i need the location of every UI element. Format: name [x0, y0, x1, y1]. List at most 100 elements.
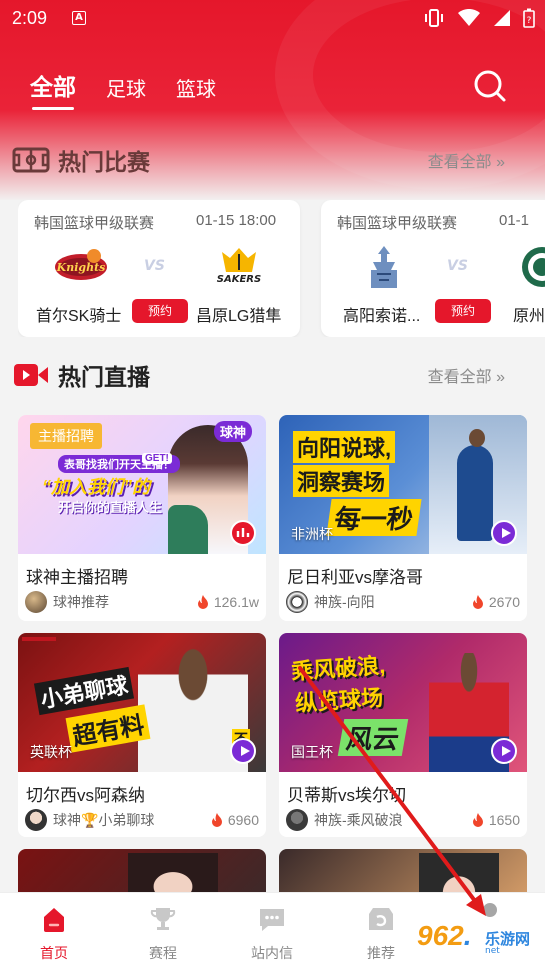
watermark-suffix: net	[485, 946, 500, 956]
thumb-line3: 每一秒	[326, 499, 422, 536]
hot-matches-title: 热门比赛	[58, 149, 150, 175]
chevron-right-icon: »	[496, 154, 505, 171]
live-heat-value: 126.1w	[213, 594, 259, 610]
match-league: 韩国篮球甲级联赛	[34, 215, 155, 232]
live-card[interactable]: 表哥找我们开天主播！ GET! “加入我们”的 开启你的直播人生 球神 主播招聘…	[18, 415, 266, 621]
book-button[interactable]: 预约	[435, 299, 491, 323]
thumb-small-text: GET!	[142, 453, 172, 464]
sakers-logo: SAKERS	[217, 248, 261, 285]
live-host: 球神推荐	[53, 594, 109, 610]
watermark-number: 962.	[417, 920, 472, 952]
brand-logo: 球神	[214, 421, 253, 442]
avatar	[286, 809, 308, 831]
live-card[interactable]: 乘风破浪, 纵览球场 风云 国王杯 贝蒂斯vs埃尔切 神族-乘风破浪 1650	[279, 633, 527, 837]
knights-logo-text: Knights	[56, 261, 106, 274]
home-icon	[44, 908, 64, 932]
nav-home[interactable]: 首页	[14, 903, 94, 963]
live-title: 切尔西vs阿森纳	[26, 786, 145, 805]
svg-text:?: ?	[527, 16, 532, 26]
live-thumbnail: 表哥找我们开天主播！ GET! “加入我们”的 开启你的直播人生 球神 主播招聘	[18, 415, 266, 554]
trophy-icon	[150, 908, 176, 930]
video-camera-icon	[14, 364, 48, 386]
sono-logo	[371, 246, 397, 288]
message-icon	[260, 909, 284, 931]
recruit-badge: 主播招聘	[30, 423, 102, 449]
live-title: 球神主播招聘	[26, 568, 128, 587]
book-button[interactable]: 预约	[132, 299, 188, 323]
live-thumbnail: 小弟聊球 超有料 不 英联杯	[18, 633, 266, 772]
tab-football[interactable]: 足球	[106, 73, 146, 110]
live-heat-value: 2670	[488, 594, 520, 610]
chevron-right-icon: »	[496, 369, 505, 386]
status-time: 2:09	[12, 8, 48, 28]
hot-live-header: 热门直播 查看全部 »	[12, 358, 533, 392]
match-home-team: 高阳索诺...	[343, 308, 421, 325]
live-meta: 神族-乘风破浪 1650	[286, 809, 520, 831]
live-card[interactable]: 向阳说球, 洞察赛场 每一秒 非洲杯 尼日利亚vs摩洛哥 神族-向阳 2670	[279, 415, 527, 621]
match-away-team: 原州	[513, 308, 545, 325]
category-tabs: 全部 足球 篮球	[30, 68, 216, 110]
wifi-icon	[458, 9, 480, 26]
match-away-team: 昌原LG猎隼	[196, 308, 282, 325]
avatar	[25, 591, 47, 613]
hot-matches-view-all[interactable]: 查看全部 »	[428, 148, 505, 172]
nav-home-label: 首页	[40, 945, 68, 961]
play-icon[interactable]	[230, 738, 256, 764]
play-icon[interactable]	[491, 738, 517, 764]
thumb-line1: “加入我们”的	[42, 477, 150, 497]
watermark-dot: .	[463, 920, 472, 951]
pitch-icon	[12, 147, 50, 173]
nav-messages[interactable]: 站内信	[232, 903, 312, 963]
signal-icon	[494, 10, 510, 26]
search-icon[interactable]	[472, 68, 508, 104]
live-heat: 126.1w	[196, 594, 259, 610]
player-figure	[457, 445, 493, 541]
fire-icon	[472, 595, 483, 609]
thumb-line2: 纵览球场	[294, 684, 384, 717]
live-meta: 球神🏆小弟聊球 6960	[25, 809, 259, 831]
fire-icon	[472, 813, 483, 827]
hot-matches-carousel[interactable]: 韩国篮球甲级联赛 01-15 18:00 Knights VS SAKERS 首…	[18, 200, 545, 337]
live-title: 贝蒂斯vs埃尔切	[287, 786, 406, 805]
live-tag: 英联杯	[30, 744, 72, 760]
vs-label: VS	[144, 258, 165, 274]
live-host: 神族-乘风破浪	[314, 812, 403, 828]
hot-live-view-all[interactable]: 查看全部 »	[428, 363, 505, 387]
live-host: 神族-向阳	[314, 594, 375, 610]
vibrate-icon	[425, 9, 443, 27]
wonju-logo	[522, 247, 545, 287]
tab-all[interactable]: 全部	[30, 68, 76, 110]
site-watermark: 962. 乐游网 net	[407, 912, 545, 968]
fire-icon	[197, 595, 208, 609]
live-tag: 国王杯	[291, 744, 333, 760]
match-league: 韩国篮球甲级联赛	[337, 215, 458, 232]
live-tag: 非洲杯	[291, 526, 333, 542]
thumb-line2: 开启你的直播人生	[58, 500, 163, 515]
match-time: 01-1	[499, 212, 530, 229]
avatar	[286, 591, 308, 613]
live-meta: 神族-向阳 2670	[286, 591, 520, 613]
live-meta: 球神推荐 126.1w	[25, 591, 259, 613]
view-all-label: 查看全部	[427, 369, 492, 386]
match-card[interactable]: 韩国篮球甲级联赛 01-1 VS 高阳索诺... 预约 原州	[321, 200, 545, 337]
view-all-label: 查看全部	[427, 154, 492, 171]
match-time: 01-15 18:00	[196, 212, 277, 229]
live-heat: 2670	[471, 594, 520, 610]
live-heat-value: 1650	[488, 812, 520, 828]
status-bar: 2:09 A ?	[0, 0, 545, 38]
tab-basketball[interactable]: 篮球	[176, 73, 216, 110]
live-host: 球神🏆小弟聊球	[53, 812, 155, 828]
watermark-digits: 962	[417, 920, 464, 951]
live-heat-value: 6960	[227, 812, 259, 828]
live-heat: 1650	[471, 812, 520, 828]
play-icon[interactable]	[491, 520, 517, 546]
nav-schedule[interactable]: 赛程	[123, 903, 203, 963]
rank-chart-icon[interactable]	[230, 520, 256, 546]
match-card[interactable]: 韩国篮球甲级联赛 01-15 18:00 Knights VS SAKERS 首…	[18, 200, 300, 337]
nav-schedule-label: 赛程	[149, 945, 177, 961]
knights-logo: Knights	[55, 249, 107, 280]
notification-icon: A	[72, 11, 86, 25]
fire-icon	[211, 813, 222, 827]
live-title: 尼日利亚vs摩洛哥	[287, 568, 423, 587]
live-card[interactable]: 小弟聊球 超有料 不 英联杯 切尔西vs阿森纳 球神🏆小弟聊球 6960	[18, 633, 266, 837]
